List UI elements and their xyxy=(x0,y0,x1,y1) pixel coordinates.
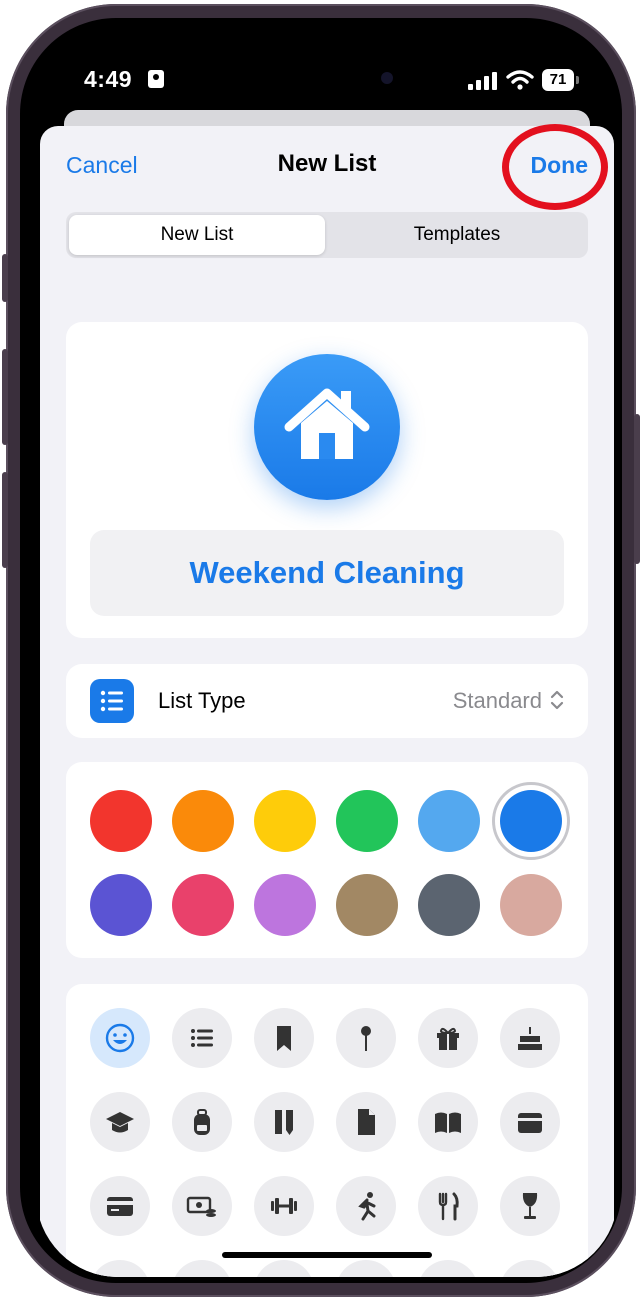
building-icon[interactable] xyxy=(418,1260,478,1277)
color-swatch[interactable] xyxy=(500,790,562,852)
screen: 4:49 71 Cancel New List Done New List Te… xyxy=(36,34,618,1277)
pin-icon[interactable] xyxy=(336,1008,396,1068)
color-swatch[interactable] xyxy=(336,790,398,852)
credit-card-icon[interactable] xyxy=(90,1176,150,1236)
chevron-up-down-icon xyxy=(550,690,564,710)
home-indicator xyxy=(222,1252,432,1258)
list-type-row[interactable]: List Type Standard xyxy=(66,664,588,738)
color-swatch[interactable] xyxy=(418,874,480,936)
new-list-sheet: Cancel New List Done New List Templates xyxy=(40,124,614,1277)
phone-frame: 4:49 71 Cancel New List Done New List Te… xyxy=(2,4,640,1297)
color-swatch[interactable] xyxy=(172,790,234,852)
list-type-icon xyxy=(90,679,134,723)
status-time: 4:49 xyxy=(84,66,133,92)
document-icon[interactable] xyxy=(336,1092,396,1152)
camera-icon xyxy=(381,72,393,84)
gift-icon[interactable] xyxy=(418,1008,478,1068)
pill-icon[interactable] xyxy=(90,1260,150,1277)
color-swatch[interactable] xyxy=(90,874,152,936)
color-swatch[interactable] xyxy=(336,874,398,936)
list-name-field[interactable]: Weekend Cleaning xyxy=(90,530,564,616)
money-icon[interactable] xyxy=(172,1176,232,1236)
color-swatch[interactable] xyxy=(500,874,562,936)
volume-up-button xyxy=(2,349,8,445)
backpack-icon[interactable] xyxy=(172,1092,232,1152)
color-swatch[interactable] xyxy=(90,790,152,852)
cake-icon[interactable] xyxy=(500,1008,560,1068)
wallet-icon[interactable] xyxy=(500,1092,560,1152)
annotation-circle xyxy=(502,124,608,210)
battery-indicator: 71 xyxy=(542,69,579,91)
list-icon-preview xyxy=(254,354,400,500)
tab-templates[interactable]: Templates xyxy=(329,215,585,255)
graduation-cap-icon[interactable] xyxy=(90,1092,150,1152)
list-type-value[interactable]: Standard xyxy=(453,688,542,714)
book-icon[interactable] xyxy=(418,1092,478,1152)
icon-picker xyxy=(66,984,588,1277)
bank-icon[interactable] xyxy=(500,1260,560,1277)
ruler-pencil-icon[interactable] xyxy=(254,1092,314,1152)
cellular-signal-icon xyxy=(468,72,498,90)
action-button xyxy=(2,254,8,302)
tab-new-list[interactable]: New List xyxy=(69,215,325,255)
list-icon[interactable] xyxy=(172,1008,232,1068)
fork-knife-icon[interactable] xyxy=(418,1176,478,1236)
list-preview-card: Weekend Cleaning xyxy=(66,322,588,638)
segmented-control: New List Templates xyxy=(66,212,588,258)
bookmark-icon[interactable] xyxy=(254,1008,314,1068)
stethoscope-icon[interactable] xyxy=(172,1260,232,1277)
id-badge-icon xyxy=(148,70,164,88)
color-swatch[interactable] xyxy=(418,790,480,852)
color-swatch[interactable] xyxy=(254,790,316,852)
wine-glass-icon[interactable] xyxy=(500,1176,560,1236)
nav-bar: Cancel New List Done xyxy=(40,124,614,210)
running-icon[interactable] xyxy=(336,1176,396,1236)
color-swatch[interactable] xyxy=(254,874,316,936)
color-swatch[interactable] xyxy=(172,874,234,936)
wifi-icon xyxy=(506,70,534,90)
dumbbell-icon[interactable] xyxy=(254,1176,314,1236)
volume-down-button xyxy=(2,472,8,568)
list-type-label: List Type xyxy=(158,688,246,713)
house-icon[interactable] xyxy=(336,1260,396,1277)
house-icon xyxy=(284,388,370,459)
power-button xyxy=(634,414,640,564)
smiley-icon[interactable] xyxy=(90,1008,150,1068)
color-picker xyxy=(66,762,588,958)
chair-icon[interactable] xyxy=(254,1260,314,1277)
